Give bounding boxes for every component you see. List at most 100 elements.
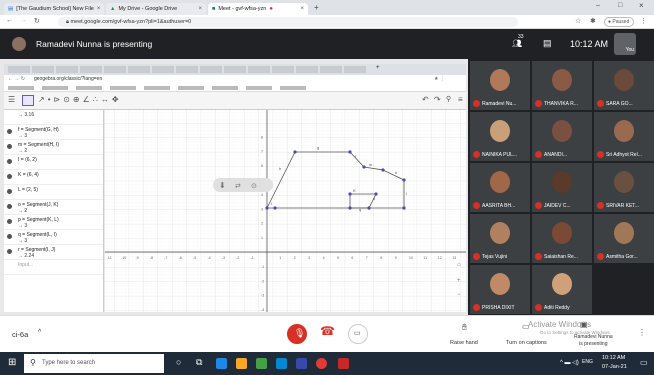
forward-icon[interactable]: → <box>20 17 27 24</box>
participant-tile[interactable]: JAIDEV C... <box>532 163 592 212</box>
x-tick-label: 1 <box>279 256 281 260</box>
participant-tile[interactable]: Tejas Vujini <box>470 214 530 263</box>
y-tick-label: 7 <box>261 150 263 154</box>
windows-start-icon[interactable]: ⊞ <box>8 357 16 368</box>
edge-icon[interactable] <box>276 358 287 369</box>
hamburger-icon: ≡ <box>458 95 463 104</box>
self-label: You <box>625 47 634 53</box>
mail-icon[interactable] <box>216 358 227 369</box>
url-field[interactable]: 🔒︎ meet.google.com/gvf-wfsa-yzn?pli=1&au… <box>58 17 518 27</box>
x-tick-label: 2 <box>294 256 296 260</box>
participant-tile[interactable]: PRISHA DIXIT <box>470 265 530 314</box>
leave-call-button[interactable]: ☎︎ <box>318 324 336 338</box>
store-icon[interactable] <box>256 358 267 369</box>
close-icon[interactable]: × <box>97 6 101 12</box>
tab-label: Meet - gvf-wfsa-yzn <box>218 6 267 12</box>
y-tick-label: 1 <box>261 236 263 240</box>
participant-tile[interactable]: THANVIKA R... <box>532 61 592 110</box>
new-tab-icon[interactable]: + <box>314 3 319 12</box>
chat-icon[interactable]: ▤ <box>543 38 552 49</box>
chevron-up-icon[interactable]: ^ <box>38 329 41 336</box>
participant-tile[interactable]: Saiaishan Re... <box>532 214 592 263</box>
taskbar-search[interactable]: ⚲ Type here to search <box>24 354 164 373</box>
raise-hand-label[interactable]: Raise hand <box>450 340 478 346</box>
cortana-icon[interactable]: ○ <box>176 357 181 367</box>
muted-mic-icon <box>473 202 480 209</box>
menu-icon[interactable]: ⋮ <box>640 17 647 25</box>
presenter-avatar <box>12 37 26 51</box>
muted-mic-icon <box>535 304 542 311</box>
participant-name-row: AASRITA BH... <box>473 202 515 209</box>
x-tick-label: 8 <box>380 256 382 260</box>
participant-name: JAIDEV C... <box>544 202 571 209</box>
participant-tile[interactable]: AASRITA BH... <box>470 163 530 212</box>
star-icon[interactable]: ☆ <box>575 17 581 25</box>
camera-button[interactable]: ▭ <box>348 324 368 344</box>
more-options-icon[interactable]: ⋮ <box>638 328 646 337</box>
menu-icon: ☰ <box>8 95 16 104</box>
x-tick-label: -2 <box>236 256 239 260</box>
participant-tile[interactable]: ANANDI... <box>532 112 592 161</box>
zoom-in-icon: + <box>457 278 461 284</box>
algebra-def: K = (6, 4) <box>18 172 39 178</box>
participant-tile[interactable]: Asmitha Gor... <box>594 214 654 263</box>
people-icon[interactable]: 👥︎ <box>512 39 522 48</box>
extensions-icon[interactable]: ✱ <box>590 17 596 25</box>
window-close-icon[interactable]: × <box>639 1 644 10</box>
svg-text:⊙: ⊙ <box>251 183 257 190</box>
visibility-dot-icon <box>7 159 12 164</box>
muted-mic-icon <box>535 151 542 158</box>
algebra-item: r = Segment(I, J) → 2.24 <box>4 245 103 260</box>
captions-label[interactable]: Turn on captions <box>506 340 547 346</box>
reload-icon[interactable]: ↻ <box>34 17 40 25</box>
app-icon[interactable] <box>296 358 307 369</box>
url-text: meet.google.com/gvf-wfsa-yzn?pli=1&authu… <box>70 19 192 25</box>
participant-video <box>614 171 634 193</box>
y-tick-label: 2 <box>261 222 263 226</box>
back-icon[interactable]: ← <box>6 17 13 24</box>
close-icon[interactable]: × <box>198 6 202 12</box>
tab-gaudium[interactable]: ▤ [The Gaudium School] New File × <box>4 3 104 15</box>
participant-name-row: JAIDEV C... <box>535 202 571 209</box>
participant-tile[interactable]: SARA GO... <box>594 61 654 110</box>
taskbar-time[interactable]: 10:12 AM <box>602 355 625 361</box>
mic-off-button[interactable]: 🎙︎ <box>287 324 307 344</box>
x-tick-label: 9 <box>395 256 397 260</box>
app-icon[interactable] <box>338 358 349 369</box>
hand-icon[interactable]: ✋︎ <box>462 322 467 333</box>
tray-icons[interactable]: ^ ▬ ◁) <box>560 359 579 366</box>
taskbar-date[interactable]: 07-Jan-21 <box>602 364 627 370</box>
chrome-icon[interactable] <box>316 358 327 369</box>
geogebra-toolbar: ☰ ↗•⊳⊙⊕∠∴↔✥ ↶ ↷ ⚲ ≡ <box>4 92 466 110</box>
minimize-icon[interactable]: – <box>596 2 600 9</box>
participant-tile[interactable]: NAINIKA PUL... <box>470 112 530 161</box>
participant-video <box>552 222 572 244</box>
inner-toolbar-icons: ★ ⋮ <box>434 76 445 82</box>
visibility-dot-icon <box>7 129 12 134</box>
muted-mic-icon <box>597 151 604 158</box>
notifications-icon[interactable]: ▭ <box>640 358 648 367</box>
file-explorer-icon[interactable] <box>236 358 247 369</box>
muted-mic-icon <box>473 304 480 311</box>
visibility-dot-icon <box>7 234 12 239</box>
undo-icon: ↶ <box>422 95 429 104</box>
participant-tile[interactable]: SRIVAR KET... <box>594 163 654 212</box>
participant-tile[interactable]: Aditi Reddy <box>532 265 592 314</box>
present-icon[interactable]: ▣ <box>580 320 588 329</box>
language-indicator[interactable]: ENG <box>582 359 593 365</box>
task-view-icon[interactable]: ⧉ <box>196 357 202 368</box>
y-tick-label: -4 <box>261 308 264 312</box>
participant-name: Saiaishan Re... <box>544 253 578 260</box>
floating-style-bar: ⬇ ⇄ ⊙ <box>213 178 273 192</box>
y-tick-label: -2 <box>261 279 264 283</box>
algebra-item: q = Segment(L, I) → 3 <box>4 230 103 245</box>
participant-tile[interactable]: Ramadevi Nu... <box>470 61 530 110</box>
maximize-icon[interactable]: □ <box>618 2 622 9</box>
algebra-item: f = Segment(G, H) → 3 <box>4 125 103 140</box>
profile-paused-button[interactable]: ● Paused <box>604 17 634 27</box>
tab-meet[interactable]: ■ Meet - gvf-wfsa-yzn ● × <box>208 3 308 15</box>
tab-drive[interactable]: ▲ My Drive - Google Drive × <box>106 3 206 15</box>
close-icon[interactable]: × <box>300 6 304 12</box>
x-tick-label: -11 <box>107 256 112 260</box>
participant-tile[interactable]: Sri Adhyot Rel... <box>594 112 654 161</box>
